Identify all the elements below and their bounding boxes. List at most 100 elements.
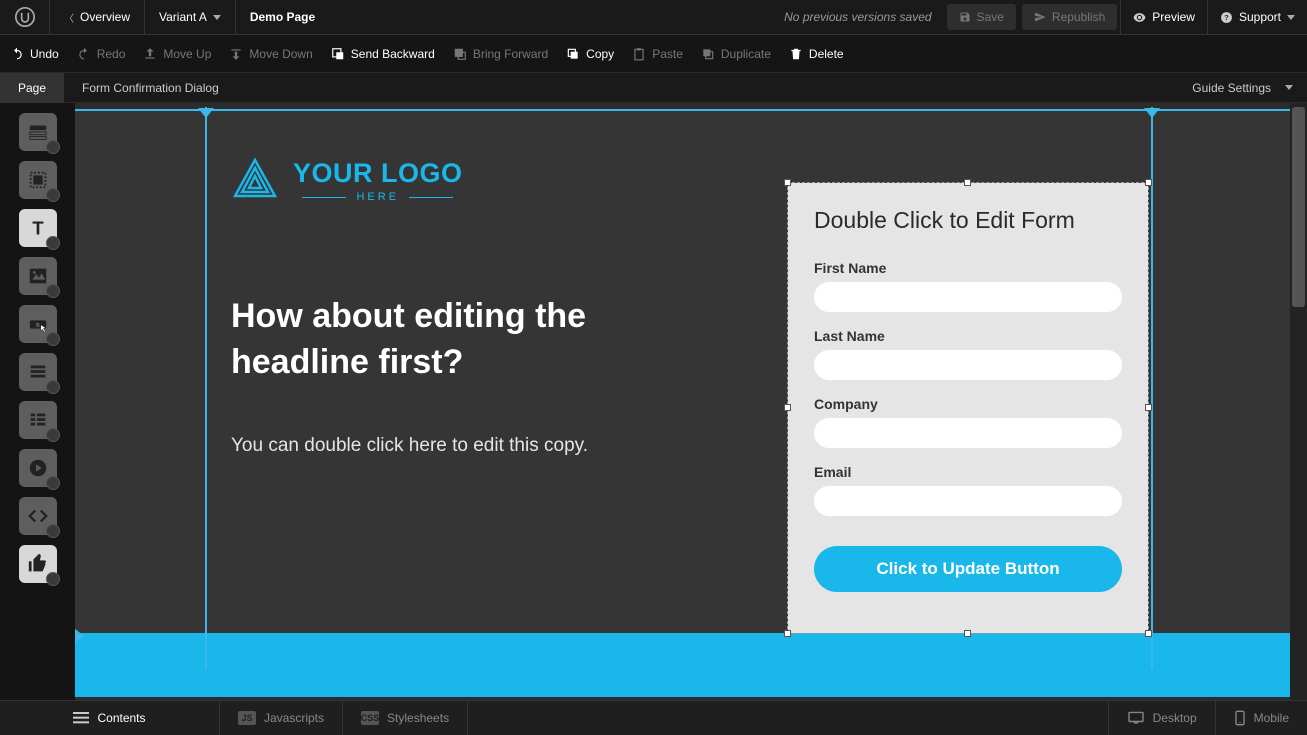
move-down-button[interactable]: Move Down (229, 47, 312, 61)
tab-page[interactable]: Page (0, 73, 64, 103)
tool-html[interactable] (19, 497, 57, 535)
send-backward-icon (331, 47, 345, 61)
headline-text[interactable]: How about editing the headline first? (231, 294, 651, 386)
copy-icon (566, 47, 580, 61)
tabs-bar: Page Form Confirmation Dialog Guide Sett… (0, 73, 1307, 103)
guide-handle-left[interactable] (198, 108, 214, 118)
desktop-icon (1127, 711, 1145, 725)
support-button[interactable]: ? Support (1207, 0, 1307, 35)
chevron-down-icon (1285, 85, 1293, 90)
save-button[interactable]: Save (947, 4, 1016, 30)
send-icon (1034, 11, 1046, 23)
tool-form[interactable] (19, 353, 57, 391)
stylesheets-panel-button[interactable]: CSS Stylesheets (343, 701, 468, 735)
arrow-down-icon (229, 47, 243, 61)
move-up-button[interactable]: Move Up (143, 47, 211, 61)
redo-button[interactable]: Redo (77, 47, 126, 61)
republish-button[interactable]: Republish (1022, 4, 1117, 30)
resize-handle-bm[interactable] (964, 630, 971, 637)
arrow-up-icon (143, 47, 157, 61)
variant-selector[interactable]: Variant A (145, 0, 236, 35)
guide-line-left[interactable] (205, 107, 207, 669)
box-icon (27, 169, 49, 191)
js-badge-icon: JS (238, 711, 256, 725)
form-fields-icon (27, 409, 49, 431)
save-status: No previous versions saved (784, 10, 943, 24)
chevron-down-icon (1287, 15, 1295, 20)
logo-text: YOUR LOGO (293, 158, 463, 189)
undo-button[interactable]: Undo (10, 47, 59, 61)
text-icon: T (27, 217, 49, 239)
main-row: T B YOUR LOGO HERE (0, 103, 1307, 700)
subheadline-text[interactable]: You can double click here to edit this c… (231, 431, 591, 460)
bottom-bar: Contents JS Javascripts CSS Stylesheets … (0, 700, 1307, 735)
tool-box[interactable] (19, 161, 57, 199)
resize-handle-br[interactable] (1145, 630, 1152, 637)
bring-forward-button[interactable]: Bring Forward (453, 47, 548, 61)
tool-button[interactable]: B (19, 305, 57, 343)
tool-social[interactable] (19, 545, 57, 583)
duplicate-icon (701, 47, 715, 61)
label-company: Company (814, 396, 1122, 412)
resize-handle-ml[interactable] (784, 404, 791, 411)
form-panel[interactable]: Double Click to Edit Form First Name Las… (788, 183, 1148, 633)
input-company[interactable] (814, 418, 1122, 448)
logo-subtext: HERE (302, 191, 453, 203)
save-icon (959, 11, 971, 23)
overview-button[interactable]: 〈 Overview (50, 0, 145, 35)
javascripts-panel-button[interactable]: JS Javascripts (220, 701, 343, 735)
help-icon: ? (1220, 11, 1233, 24)
copy-button[interactable]: Copy (566, 47, 614, 61)
vertical-scrollbar[interactable] (1290, 103, 1307, 700)
svg-text:B: B (36, 323, 40, 329)
tool-video[interactable] (19, 449, 57, 487)
bring-forward-icon (453, 47, 467, 61)
image-icon (27, 265, 49, 287)
input-email[interactable] (814, 486, 1122, 516)
logo-placeholder[interactable]: YOUR LOGO HERE (231, 154, 463, 207)
desktop-view-button[interactable]: Desktop (1108, 701, 1215, 735)
list-icon (73, 712, 89, 724)
cta-section[interactable] (75, 633, 1290, 697)
paste-icon (632, 47, 646, 61)
form-element-selected[interactable]: Double Click to Edit Form First Name Las… (785, 180, 1151, 636)
mobile-view-button[interactable]: Mobile (1215, 701, 1307, 735)
guide-handle-bottom[interactable] (75, 628, 84, 644)
canvas[interactable]: YOUR LOGO HERE How about editing the hea… (75, 103, 1307, 700)
form-submit-button[interactable]: Click to Update Button (814, 546, 1122, 592)
input-first-name[interactable] (814, 282, 1122, 312)
preview-button[interactable]: Preview (1120, 0, 1207, 35)
send-backward-button[interactable]: Send Backward (331, 47, 435, 61)
tool-image[interactable] (19, 257, 57, 295)
input-last-name[interactable] (814, 350, 1122, 380)
contents-panel-button[interactable]: Contents (0, 701, 220, 735)
resize-handle-tr[interactable] (1145, 179, 1152, 186)
eye-icon (1133, 11, 1146, 24)
guide-settings-button[interactable]: Guide Settings (1192, 81, 1293, 95)
tool-palette: T B (0, 103, 75, 700)
app-logo[interactable] (0, 0, 50, 35)
label-last-name: Last Name (814, 328, 1122, 344)
resize-handle-tl[interactable] (784, 179, 791, 186)
page-outline: YOUR LOGO HERE How about editing the hea… (75, 109, 1290, 669)
tool-section[interactable] (19, 113, 57, 151)
overview-label: Overview (80, 10, 130, 24)
resize-handle-bl[interactable] (784, 630, 791, 637)
tool-form-fields[interactable] (19, 401, 57, 439)
mobile-icon (1234, 710, 1246, 726)
tab-form-dialog[interactable]: Form Confirmation Dialog (64, 73, 237, 103)
scrollbar-thumb[interactable] (1292, 107, 1305, 307)
guide-line-right[interactable] (1151, 107, 1153, 669)
unbounce-logo-icon (15, 7, 35, 27)
tool-text[interactable]: T (19, 209, 57, 247)
chevron-down-icon (213, 15, 221, 20)
duplicate-button[interactable]: Duplicate (701, 47, 771, 61)
delete-button[interactable]: Delete (789, 47, 844, 61)
resize-handle-mr[interactable] (1145, 404, 1152, 411)
paste-button[interactable]: Paste (632, 47, 683, 61)
guide-handle-right[interactable] (1144, 108, 1160, 118)
thumbs-up-icon (27, 553, 49, 575)
resize-handle-tm[interactable] (964, 179, 971, 186)
page-title[interactable]: Demo Page (236, 0, 329, 35)
redo-icon (77, 47, 91, 61)
